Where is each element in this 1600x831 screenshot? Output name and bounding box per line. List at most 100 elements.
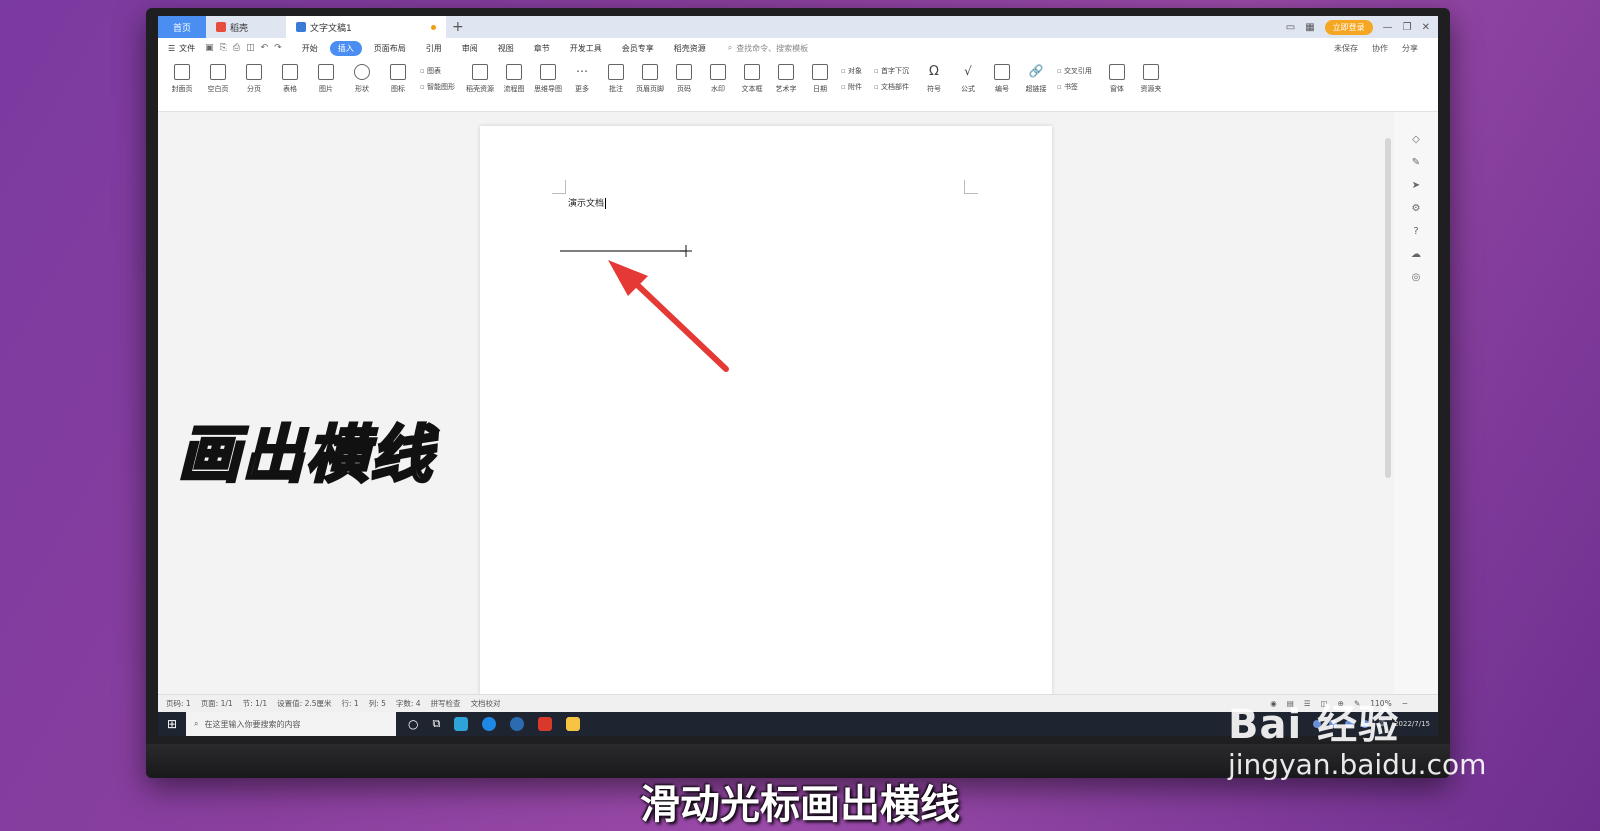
spell-check-toggle[interactable]: 拼写检查 xyxy=(431,698,461,709)
windows-start-icon[interactable]: ⊞ xyxy=(158,712,186,736)
undo-icon[interactable]: ↶ xyxy=(261,43,269,53)
watermark-icon xyxy=(709,64,726,80)
ribbon-hyperlink[interactable]: 🔗 超链接 xyxy=(1019,64,1053,94)
ribbon-label: 公式 xyxy=(960,85,975,93)
ribbon-more[interactable]: ⋯ 更多 xyxy=(565,64,599,94)
ribbon-flowchart[interactable]: 流程图 xyxy=(497,64,531,94)
wordart-icon xyxy=(777,64,794,80)
preview-icon[interactable]: ◫ xyxy=(246,43,255,53)
menu-item-2[interactable]: 页面布局 xyxy=(366,41,414,56)
tab-wps[interactable]: 稻壳 xyxy=(206,16,286,38)
menu-item-7[interactable]: 开发工具 xyxy=(562,41,610,56)
minimize-icon[interactable]: — xyxy=(1383,22,1393,33)
ribbon-mindmap[interactable]: 思维导图 xyxy=(531,64,565,94)
pen-icon[interactable]: ✎ xyxy=(1410,157,1422,169)
taskbar-search-placeholder: 在这里输入你要搜索的内容 xyxy=(204,719,301,729)
drawing-layer xyxy=(560,245,729,372)
edge-icon[interactable] xyxy=(482,717,497,731)
share-button[interactable]: 分享 xyxy=(1402,43,1418,54)
ribbon-stack-dropcap: 首字下沉 文档部件 xyxy=(874,66,909,92)
new-tab-button[interactable]: + xyxy=(452,19,464,35)
command-search[interactable]: ⌕ 查找命令、搜索模板 xyxy=(728,43,808,54)
scrollbar-thumb[interactable] xyxy=(1385,138,1391,478)
export-icon[interactable]: ⎘ xyxy=(220,43,227,53)
ribbon-doc-parts[interactable]: 文档部件 xyxy=(874,82,909,92)
ribbon-bookmark[interactable]: 书签 xyxy=(1057,82,1092,92)
ribbon-textbox[interactable]: 文本框 xyxy=(735,64,769,94)
file-explorer-icon[interactable] xyxy=(566,717,581,731)
ribbon-label: 图标 xyxy=(391,85,405,93)
select-icon[interactable]: ➤ xyxy=(1410,180,1422,192)
taskbar-apps: ○ ⧉ xyxy=(408,717,581,731)
ribbon-object[interactable]: 对象 xyxy=(841,66,862,76)
ribbon-blank-page[interactable]: 空白页 xyxy=(200,64,236,94)
search-app-icon[interactable] xyxy=(454,717,469,731)
cortana-icon[interactable]: ○ xyxy=(408,717,418,731)
redo-icon[interactable]: ↷ xyxy=(274,43,282,53)
cover-page-icon xyxy=(174,64,190,80)
save-icon[interactable]: ▣ xyxy=(205,43,214,53)
ribbon-cover-page[interactable]: 封面页 xyxy=(164,64,200,94)
document-page[interactable]: 演示文档 xyxy=(480,126,1052,694)
ribbon-formula[interactable]: √ 公式 xyxy=(951,64,985,94)
collaborate-button[interactable]: 协作 xyxy=(1372,43,1388,54)
taskbar-search[interactable]: ⌕ 在这里输入你要搜索的内容 xyxy=(186,712,396,736)
task-view-icon[interactable]: ⧉ xyxy=(432,717,440,731)
ribbon-header-footer[interactable]: 页眉页脚 xyxy=(633,64,667,94)
page-break-icon xyxy=(246,64,262,80)
ribbon-attachment[interactable]: 附件 xyxy=(841,82,862,92)
login-button[interactable]: 立即登录 xyxy=(1324,19,1373,35)
ribbon-chart[interactable]: 图表 xyxy=(420,66,455,76)
settings-icon[interactable]: ⚙ xyxy=(1410,203,1422,215)
close-icon[interactable]: ✕ xyxy=(1422,22,1430,33)
tab-home[interactable]: 首页 xyxy=(158,16,206,38)
menu-item-0[interactable]: 开始 xyxy=(294,41,326,56)
unsaved-button[interactable]: 未保存 xyxy=(1334,43,1358,54)
tab-document[interactable]: 文字文稿1 xyxy=(286,16,446,38)
ribbon-page-number[interactable]: 页码 xyxy=(667,64,701,94)
browser-icon[interactable] xyxy=(510,717,525,731)
ribbon-label: 页码 xyxy=(676,85,691,93)
ribbon-smart-art[interactable]: 智能图形 xyxy=(420,82,455,92)
restore-icon[interactable]: ❐ xyxy=(1403,22,1412,33)
header-footer-icon xyxy=(641,64,658,80)
menu-item-6[interactable]: 章节 xyxy=(526,41,558,56)
tab-document-label: 文字文稿1 xyxy=(310,23,352,34)
ribbon-wordart[interactable]: 艺术字 xyxy=(769,64,803,94)
file-menu[interactable]: ☰ 文件 xyxy=(158,43,205,54)
menu-bar: ☰ 文件 ▣ ⎘ ⎙ ◫ ↶ ↷ 开始 插入 页面布局 引用 审阅 视图 章节 … xyxy=(158,38,1438,58)
print-icon[interactable]: ⎙ xyxy=(233,43,240,53)
doc-proofread-button[interactable]: 文档校对 xyxy=(471,698,501,709)
ribbon-date[interactable]: 日期 xyxy=(803,64,837,94)
ribbon-symbol[interactable]: Ω 符号 xyxy=(917,64,951,94)
textbox-icon xyxy=(743,64,760,80)
layout-icon[interactable]: ▭ xyxy=(1286,22,1295,33)
ribbon-numbering[interactable]: 编号 xyxy=(985,64,1019,94)
menu-item-3[interactable]: 引用 xyxy=(418,41,450,56)
menu-item-insert[interactable]: 插入 xyxy=(329,40,362,56)
menu-item-4[interactable]: 审阅 xyxy=(454,41,486,56)
ribbon-icons[interactable]: 图标 xyxy=(380,64,416,94)
ribbon-picture[interactable]: 图片 xyxy=(308,64,344,94)
grid-icon[interactable]: ▦ xyxy=(1305,22,1314,33)
ribbon-table[interactable]: 表格 xyxy=(272,64,308,94)
ribbon-form[interactable]: 窗体 xyxy=(1100,64,1134,94)
location-icon[interactable]: ◎ xyxy=(1410,272,1422,284)
ribbon-docer-resource[interactable]: 稻壳资源 xyxy=(463,64,497,94)
menu-item-8[interactable]: 会员专享 xyxy=(614,41,662,56)
ribbon-cross-reference[interactable]: 交叉引用 xyxy=(1057,66,1092,76)
vertical-scrollbar[interactable] xyxy=(1384,118,1392,694)
baidu-watermark: Bai 经验 jingyan.baidu.com xyxy=(1228,692,1486,781)
help-icon[interactable]: ? xyxy=(1410,226,1422,238)
menu-item-9[interactable]: 稻壳资源 xyxy=(666,41,714,56)
wps-app-icon[interactable] xyxy=(538,717,553,731)
menu-item-5[interactable]: 视图 xyxy=(490,41,522,56)
ribbon-comment[interactable]: 批注 xyxy=(599,64,633,94)
ribbon-drop-cap[interactable]: 首字下沉 xyxy=(874,66,909,76)
ribbon-resource-folder[interactable]: 资源夹 xyxy=(1134,64,1168,94)
ribbon-page-break[interactable]: 分页 xyxy=(236,64,272,94)
style-icon[interactable]: ◇ xyxy=(1410,134,1422,146)
ribbon-watermark[interactable]: 水印 xyxy=(701,64,735,94)
ribbon-shape[interactable]: 形状 xyxy=(344,64,380,94)
backup-icon[interactable]: ☁ xyxy=(1410,249,1422,261)
